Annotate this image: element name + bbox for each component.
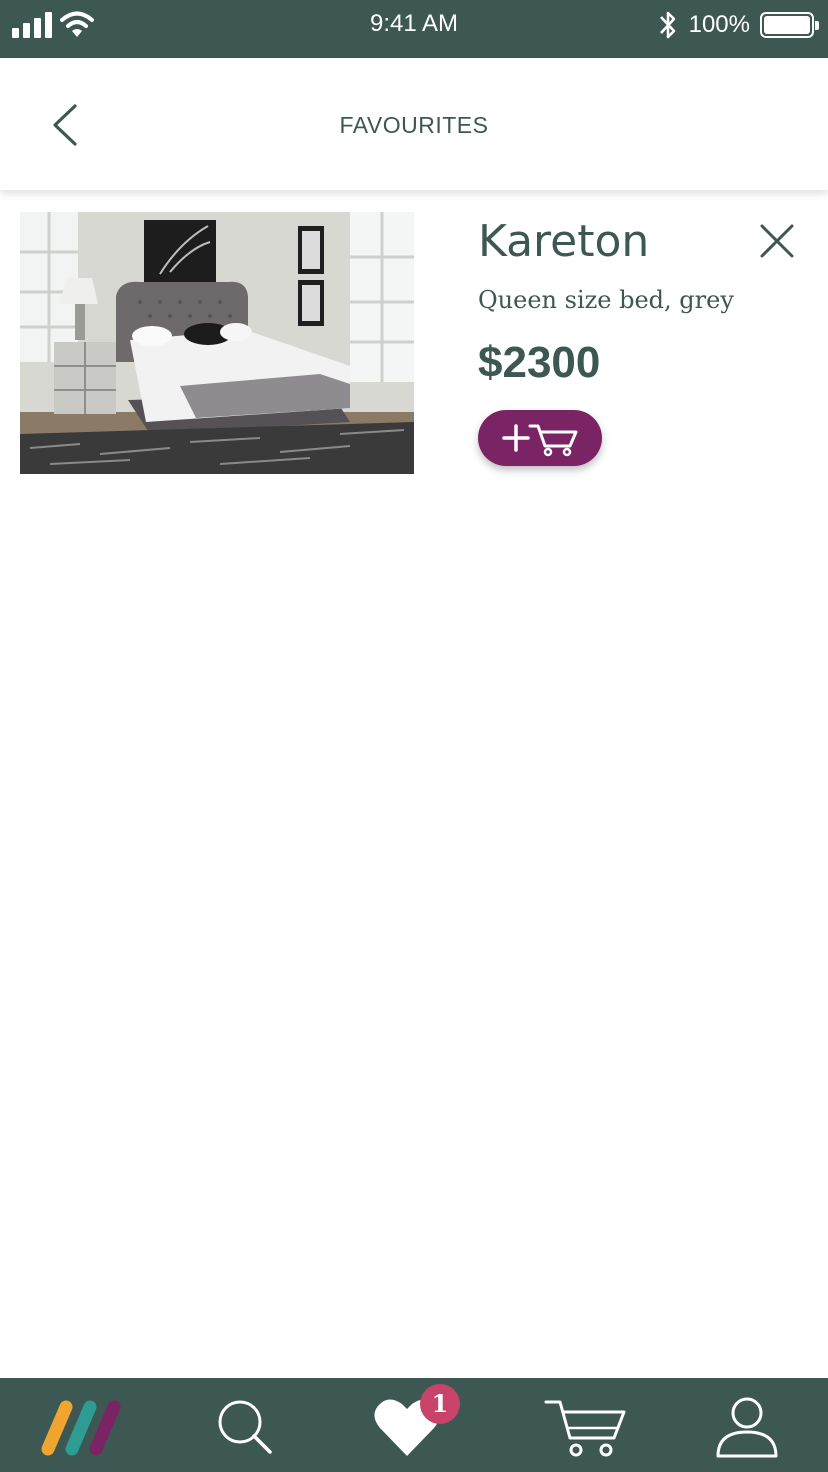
profile-icon: [716, 1397, 778, 1458]
favourites-screen: 9:41 AM 100% FAVOURITES Kareton Queen si…: [0, 0, 828, 1472]
favourite-item: Kareton Queen size bed, grey $2300: [0, 190, 828, 490]
product-price: $2300: [478, 338, 601, 387]
status-right: 100%: [657, 8, 819, 42]
product-name: Kareton: [478, 216, 650, 267]
status-bar: 9:41 AM 100%: [0, 0, 828, 58]
tab-search[interactable]: [200, 1392, 290, 1462]
close-icon: [760, 224, 794, 258]
page-title: FAVOURITES: [339, 112, 489, 138]
battery-icon: [760, 12, 819, 38]
favourites-badge: 1: [420, 1384, 460, 1424]
logo-icon: [41, 1400, 121, 1456]
tab-bar: 1: [0, 1378, 828, 1472]
cart-icon: [544, 1400, 626, 1457]
product-description: Queen size bed, grey: [478, 286, 734, 314]
bed-photo: [20, 212, 414, 474]
product-image[interactable]: [20, 212, 414, 474]
tab-cart[interactable]: [540, 1392, 630, 1462]
header: FAVOURITES: [0, 58, 828, 190]
bluetooth-icon: [659, 11, 675, 39]
add-to-cart-button[interactable]: [478, 410, 602, 466]
tab-profile[interactable]: [702, 1392, 792, 1462]
add-to-cart-icon: [502, 424, 578, 457]
remove-favourite-button[interactable]: [756, 220, 798, 262]
battery-percentage: 100%: [688, 11, 750, 38]
tab-home[interactable]: [38, 1392, 128, 1462]
search-icon: [218, 1400, 272, 1454]
